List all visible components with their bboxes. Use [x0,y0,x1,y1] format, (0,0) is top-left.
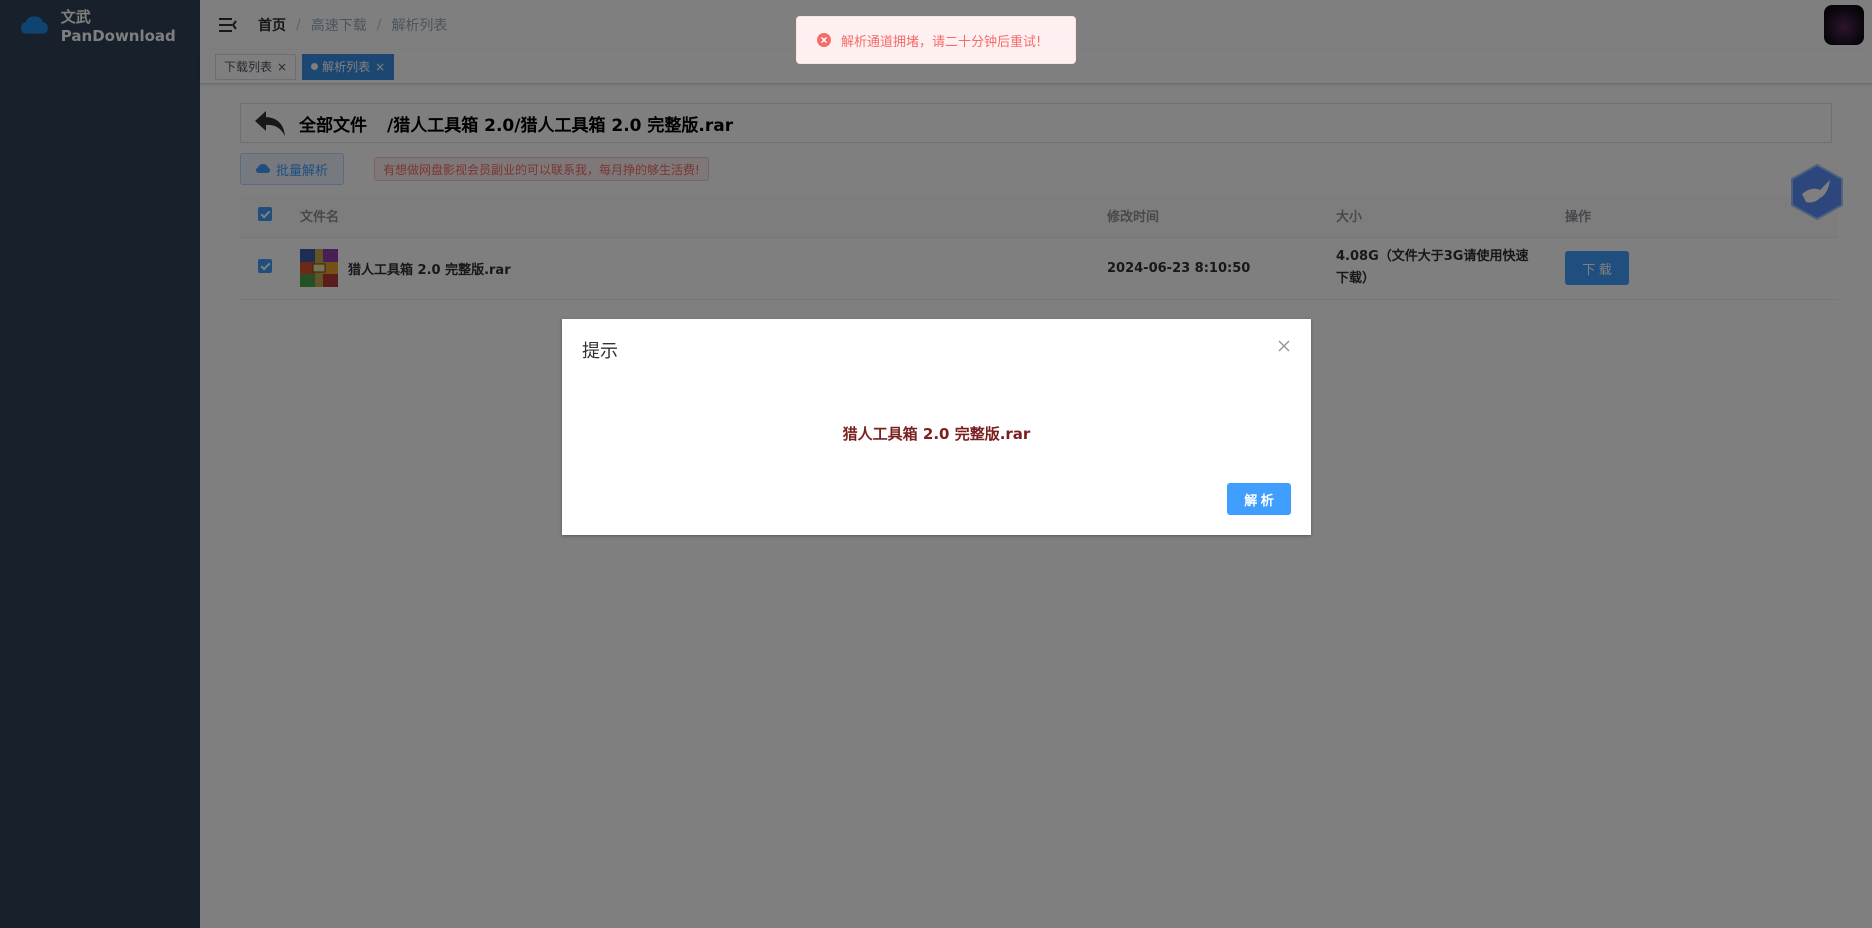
close-icon[interactable] [1277,339,1291,353]
error-circle-icon [817,33,831,47]
dialog-file-name: 猎人工具箱 2.0 完整版.rar [842,425,1031,443]
parse-button[interactable]: 解 析 [1227,483,1291,515]
error-toast: 解析通道拥堵，请二十分钟后重试! [796,16,1076,64]
dialog-title: 提示 [582,341,618,362]
app: 文武PanDownload 首页 / 高速下载 / 解析列表 下载列表 × [0,0,1872,928]
toast-message: 解析通道拥堵，请二十分钟后重试! [841,34,1042,50]
tip-dialog: 提示 猎人工具箱 2.0 完整版.rar 解 析 [562,319,1311,535]
